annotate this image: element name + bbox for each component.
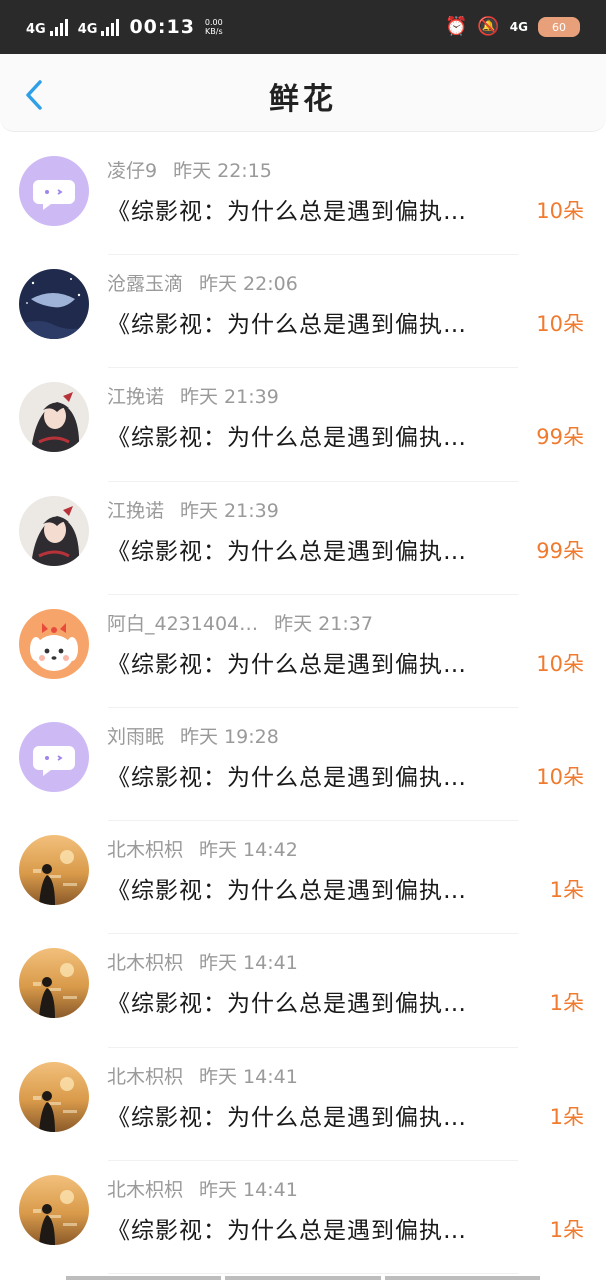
gift-list: 凌仔9 昨天 22:15 《综影视：为什么总是遇到偏执… 10朵 沧露玉滴 昨天 2…: [0, 142, 606, 1274]
gift-time: 昨天 22:15: [173, 160, 272, 182]
gift-time: 昨天 14:41: [199, 1178, 298, 1201]
gift-time: 昨天 14:41: [199, 952, 298, 975]
username: 北木枳枳: [107, 1178, 184, 1201]
flower-count: 99朵: [536, 425, 584, 450]
avatar-cartoon-dog[interactable]: [19, 608, 89, 679]
signal-icon: 4G: [77, 18, 120, 37]
username: 北木枳枳: [107, 1065, 184, 1088]
gift-meta: 沧露玉滴 昨天 22:06: [107, 269, 298, 296]
battery-level: 60: [552, 20, 566, 34]
avatar-whale-night[interactable]: [19, 269, 89, 340]
username: 凌仔9: [107, 160, 158, 182]
gift-meta: 阿白_4231404… 昨天 21:37: [107, 609, 373, 636]
gift-meta: 凌仔9 昨天 22:15: [107, 156, 272, 183]
gift-time: 昨天 21:39: [180, 386, 279, 409]
speed-unit: KB/s: [205, 27, 223, 36]
book-title: 《综影视：为什么总是遇到偏执…: [107, 651, 467, 678]
gift-meta: 北木枳枳 昨天 14:41: [107, 1062, 298, 1089]
book-title: 《综影视：为什么总是遇到偏执…: [107, 312, 467, 339]
gift-row[interactable]: 沧露玉滴 昨天 22:06 《综影视：为什么总是遇到偏执… 10朵: [0, 255, 606, 369]
gift-row[interactable]: 北木枳枳 昨天 14:41 《综影视：为什么总是遇到偏执… 1朵: [0, 934, 606, 1048]
book-title: 《综影视：为什么总是遇到偏执…: [107, 1104, 467, 1131]
gift-meta: 北木枳枳 昨天 14:41: [107, 948, 298, 975]
speed-value: 0.00: [204, 18, 223, 27]
nav-bar: 鲜花: [0, 54, 606, 132]
username: 江挽诺: [107, 386, 165, 409]
battery-icon: 60: [538, 17, 580, 37]
book-title: 《综影视：为什么总是遇到偏执…: [107, 991, 467, 1018]
avatar-sunset-girl[interactable]: [19, 948, 89, 1019]
alarm-icon: ⏰: [444, 16, 468, 37]
flower-count: 99朵: [536, 538, 584, 563]
gift-time: 昨天 21:37: [274, 612, 373, 635]
book-title: 《综影视：为什么总是遇到偏执…: [107, 538, 467, 565]
avatar-chat-bubble[interactable]: [19, 721, 89, 792]
network-speed: 0.00 KB/s: [205, 18, 223, 36]
flower-count: 10朵: [536, 312, 584, 337]
signal-icon: 4G: [26, 18, 68, 37]
book-title: 《综影视：为什么总是遇到偏执…: [107, 764, 467, 791]
flower-count: 1朵: [549, 1217, 584, 1242]
flower-count: 1朵: [549, 1104, 584, 1129]
gift-meta: 江挽诺 昨天 21:39: [107, 496, 279, 523]
status-left: 4G 4G 00:13 0.00 KB/s: [26, 16, 223, 38]
network-type: 4G: [77, 21, 98, 37]
flower-count: 1朵: [549, 991, 584, 1016]
flower-count: 10朵: [536, 651, 584, 676]
flower-count: 10朵: [536, 764, 584, 789]
clock: 00:13: [129, 16, 195, 38]
gift-row[interactable]: 江挽诺 昨天 21:39 《综影视：为什么总是遇到偏执… 99朵: [0, 482, 606, 595]
gift-row[interactable]: 北木枳枳 昨天 14:41 《综影视：为什么总是遇到偏执… 1朵: [0, 1048, 606, 1161]
gift-meta: 北木枳枳 昨天 14:42: [107, 835, 298, 862]
flower-count: 1朵: [549, 878, 584, 903]
page-title: 鲜花: [269, 82, 337, 117]
gift-row[interactable]: 凌仔9 昨天 22:15 《综影视：为什么总是遇到偏执… 10朵: [0, 142, 606, 256]
network-type: 4G: [26, 21, 46, 37]
home-indicator: [66, 1276, 540, 1280]
book-title: 《综影视：为什么总是遇到偏执…: [107, 1217, 467, 1244]
gift-time: 昨天 14:41: [199, 1065, 298, 1088]
username: 刘雨眠: [107, 725, 165, 748]
status-bar: 4G 4G 00:13 0.00 KB/s ⏰ 🔕 4G 60: [0, 0, 606, 54]
avatar-chat-bubble[interactable]: [19, 156, 89, 226]
avatar-sunset-girl[interactable]: [19, 835, 89, 906]
gift-row[interactable]: 刘雨眠 昨天 19:28 《综影视：为什么总是遇到偏执… 10朵: [0, 708, 606, 822]
avatar-sunset-girl[interactable]: [19, 1174, 89, 1245]
avatar-sunset-girl[interactable]: [19, 1061, 89, 1132]
username: 江挽诺: [107, 499, 165, 522]
gift-row[interactable]: 北木枳枳 昨天 14:41 《综影视：为什么总是遇到偏执… 1朵: [0, 1161, 606, 1274]
username: 阿白_4231404…: [107, 612, 259, 635]
network-type: 4G: [509, 20, 528, 34]
book-title: 《综影视：为什么总是遇到偏执…: [107, 425, 467, 452]
book-title: 《综影视：为什么总是遇到偏执…: [107, 878, 467, 905]
avatar-anime-girl[interactable]: [19, 495, 89, 566]
gift-row[interactable]: 江挽诺 昨天 21:39 《综影视：为什么总是遇到偏执… 99朵: [0, 368, 606, 482]
divider: [108, 1272, 518, 1274]
gift-meta: 北木枳枳 昨天 14:41: [107, 1175, 298, 1202]
gift-meta: 江挽诺 昨天 21:39: [107, 382, 279, 409]
status-right: ⏰ 🔕 4G 60: [445, 17, 580, 37]
username: 北木枳枳: [107, 839, 184, 862]
book-title: 《综影视：为什么总是遇到偏执…: [107, 199, 467, 225]
flower-count: 10朵: [536, 199, 584, 223]
gift-meta: 刘雨眠 昨天 19:28: [107, 722, 279, 749]
avatar-anime-girl[interactable]: [19, 382, 89, 453]
gift-row[interactable]: 阿白_4231404… 昨天 21:37 《综影视：为什么总是遇到偏执… 10朵: [0, 595, 606, 708]
username: 北木枳枳: [107, 952, 184, 975]
username: 沧露玉滴: [107, 273, 184, 296]
gift-time: 昨天 21:39: [180, 499, 279, 522]
mute-bell-icon: 🔕: [477, 16, 500, 37]
gift-row[interactable]: 北木枳枳 昨天 14:42 《综影视：为什么总是遇到偏执… 1朵: [0, 821, 606, 935]
gift-time: 昨天 14:42: [199, 839, 298, 862]
gift-time: 昨天 19:28: [180, 725, 279, 748]
gift-time: 昨天 22:06: [199, 273, 298, 296]
